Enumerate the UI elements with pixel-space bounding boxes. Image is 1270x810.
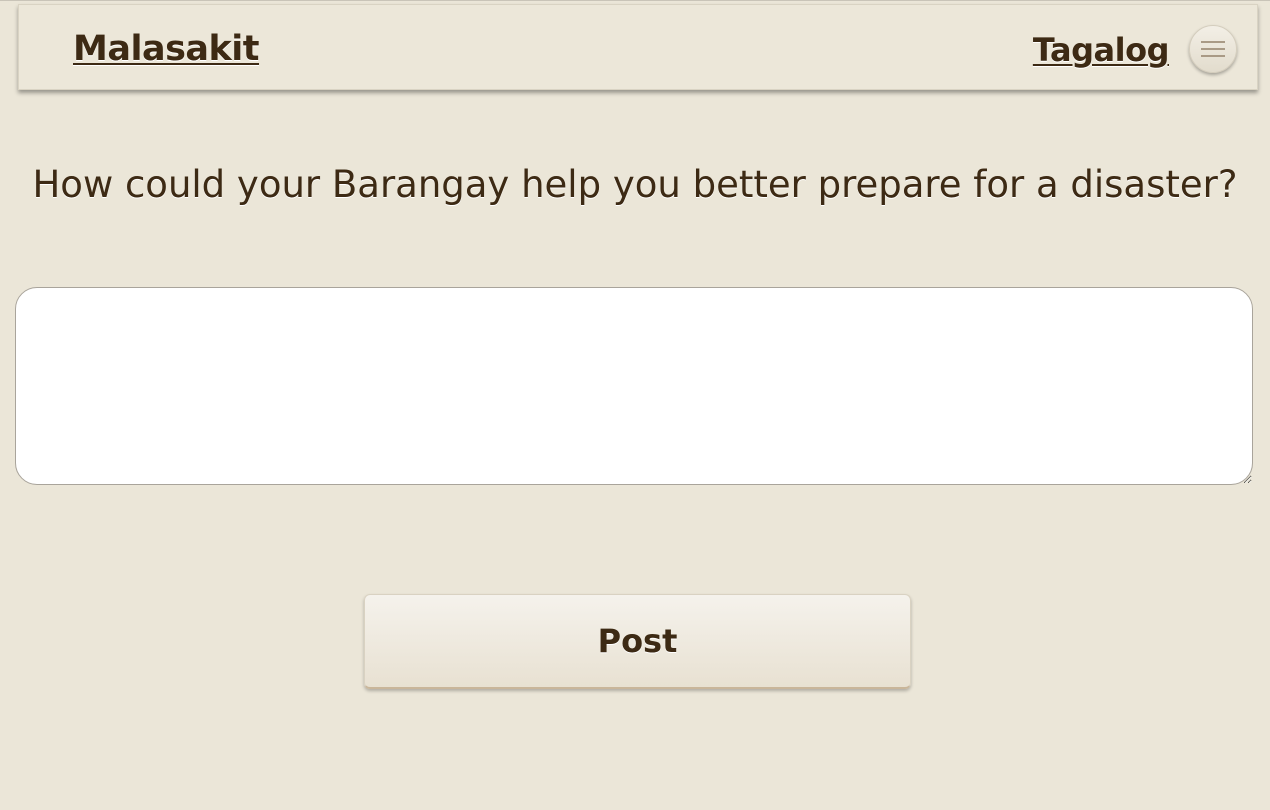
post-button[interactable]: Post <box>364 594 911 689</box>
app-header: Malasakit Tagalog <box>18 4 1258 90</box>
brand-link[interactable]: Malasakit <box>73 29 260 69</box>
top-border <box>0 0 1270 1</box>
menu-button[interactable] <box>1189 25 1237 73</box>
language-link[interactable]: Tagalog <box>1033 31 1170 69</box>
hamburger-menu-icon <box>1201 39 1225 59</box>
question-text: How could your Barangay help you better … <box>32 163 1238 206</box>
answer-input[interactable] <box>15 287 1253 485</box>
